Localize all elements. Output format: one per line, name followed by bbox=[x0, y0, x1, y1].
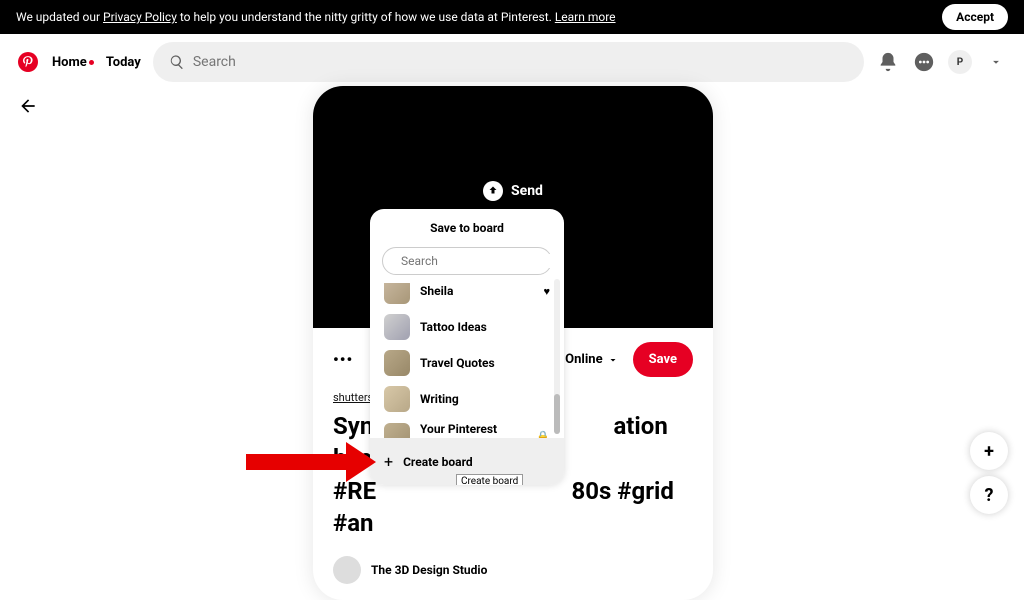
back-arrow[interactable] bbox=[18, 96, 38, 120]
board-thumb bbox=[384, 386, 410, 412]
search-bar[interactable] bbox=[153, 42, 864, 82]
annotation-arrow bbox=[246, 442, 376, 482]
scrollbar[interactable] bbox=[554, 279, 560, 434]
pinterest-logo[interactable] bbox=[16, 50, 40, 74]
author-avatar bbox=[333, 556, 361, 584]
header: Home Today P bbox=[0, 34, 1024, 90]
banner-text: We updated our Privacy Policy to help yo… bbox=[16, 10, 616, 24]
send-icon bbox=[483, 181, 503, 201]
banner-mid: to help you understand the nitty gritty … bbox=[177, 10, 555, 24]
board-thumb bbox=[384, 423, 410, 438]
author-name: The 3D Design Studio bbox=[371, 563, 487, 577]
learn-more-link[interactable]: Learn more bbox=[555, 10, 616, 24]
board-item[interactable]: Travel Quotes bbox=[370, 345, 564, 381]
board-name: Your Pinterest Likes bbox=[420, 422, 526, 438]
board-item[interactable]: Writing bbox=[370, 381, 564, 417]
board-list[interactable]: Sheila ♥ Tattoo Ideas Travel Quotes Writi… bbox=[370, 283, 564, 438]
save-button[interactable]: Save bbox=[633, 342, 693, 377]
accept-button[interactable]: Accept bbox=[942, 4, 1008, 30]
nav-today[interactable]: Today bbox=[106, 55, 141, 70]
board-item[interactable]: Sheila ♥ bbox=[370, 283, 564, 309]
chevron-down-icon bbox=[607, 354, 619, 366]
board-name: Writing bbox=[420, 392, 459, 406]
search-icon bbox=[169, 54, 185, 70]
privacy-banner: We updated our Privacy Policy to help yo… bbox=[0, 0, 1024, 34]
board-name: Sheila bbox=[420, 284, 453, 298]
scrollbar-thumb[interactable] bbox=[554, 394, 560, 434]
user-avatar[interactable]: P bbox=[948, 50, 972, 74]
board-thumb bbox=[384, 350, 410, 376]
create-board-label: Create board bbox=[403, 455, 473, 469]
banner-prefix: We updated our bbox=[16, 10, 103, 24]
notification-dot bbox=[89, 60, 94, 65]
popover-title: Save to board bbox=[370, 209, 564, 243]
more-icon[interactable]: ••• bbox=[333, 350, 353, 369]
search-input[interactable] bbox=[193, 54, 848, 70]
board-item[interactable]: Tattoo Ideas bbox=[370, 309, 564, 345]
create-board-tooltip: Create board bbox=[456, 474, 523, 485]
create-board-button[interactable]: + Create board Create board bbox=[370, 438, 564, 485]
board-thumb bbox=[384, 314, 410, 340]
board-thumb bbox=[384, 283, 410, 304]
bell-icon[interactable] bbox=[876, 50, 900, 74]
board-search[interactable] bbox=[382, 247, 552, 275]
board-item[interactable]: Your Pinterest Likes 🔒 bbox=[370, 417, 564, 438]
send-action[interactable]: Send bbox=[483, 181, 543, 201]
lock-icon: 🔒 bbox=[536, 430, 550, 439]
add-fab[interactable]: + bbox=[970, 432, 1008, 470]
plus-icon: + bbox=[384, 452, 393, 471]
nav-home-label: Home bbox=[52, 55, 87, 70]
privacy-policy-link[interactable]: Privacy Policy bbox=[103, 10, 177, 24]
board-search-input[interactable] bbox=[401, 254, 557, 268]
messages-icon[interactable] bbox=[912, 50, 936, 74]
pin-author[interactable]: The 3D Design Studio bbox=[313, 540, 713, 600]
board-name: Tattoo Ideas bbox=[420, 320, 487, 334]
nav-home[interactable]: Home bbox=[52, 55, 94, 70]
board-name: Travel Quotes bbox=[420, 356, 495, 370]
help-fab[interactable]: ? bbox=[970, 476, 1008, 514]
chevron-down-icon[interactable] bbox=[984, 50, 1008, 74]
save-board-popover: Save to board Sheila ♥ Tattoo Ideas Trave… bbox=[370, 209, 564, 485]
send-label: Send bbox=[511, 183, 543, 199]
heart-icon: ♥ bbox=[543, 285, 550, 298]
